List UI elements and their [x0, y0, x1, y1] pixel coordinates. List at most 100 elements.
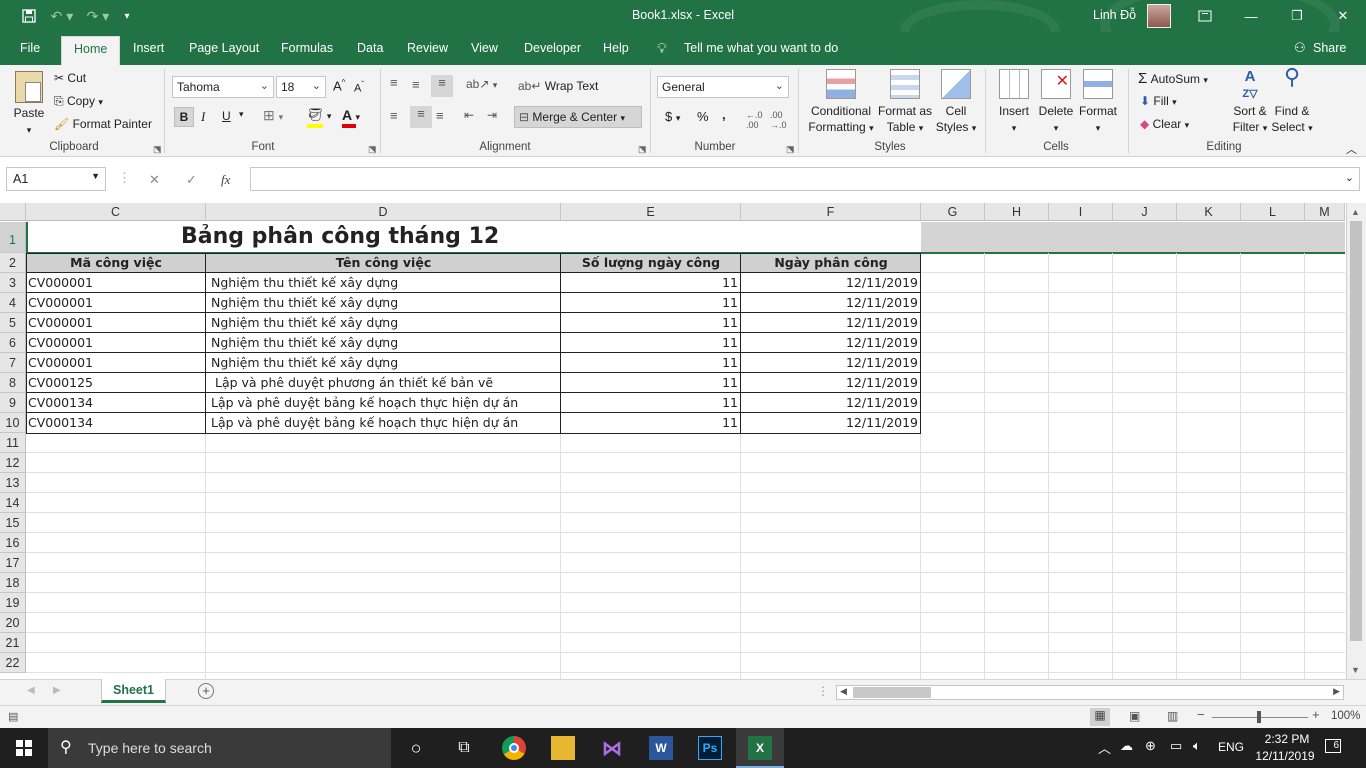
tab-review[interactable]: Review: [407, 41, 448, 55]
prev-sheet-icon[interactable]: ◀: [27, 685, 35, 696]
cell-e7[interactable]: 11: [561, 353, 738, 373]
name-box[interactable]: A1 ▼: [6, 167, 106, 191]
underline-button[interactable]: U: [222, 109, 231, 123]
page-layout-view-icon[interactable]: ▣: [1129, 709, 1140, 723]
col-header-h[interactable]: H: [985, 203, 1049, 221]
task-view-icon[interactable]: ⧉: [452, 736, 476, 760]
row-header-12[interactable]: 12: [0, 453, 26, 473]
clock-date[interactable]: 12/11/2019: [1252, 749, 1318, 763]
fill-color-icon[interactable]: 🪣︎ ▾: [307, 107, 331, 128]
row-header-15[interactable]: 15: [0, 513, 26, 533]
insert-function-icon[interactable]: fx: [221, 172, 230, 188]
italic-button[interactable]: I: [201, 109, 205, 125]
tab-help[interactable]: Help: [603, 41, 629, 55]
battery-icon[interactable]: ▭: [1170, 738, 1182, 754]
decrease-indent-icon[interactable]: ⇤: [464, 108, 474, 122]
merge-center-button[interactable]: ⊟ Merge & Center ▾: [514, 106, 642, 128]
avatar[interactable]: [1147, 4, 1171, 28]
cell-styles-button[interactable]: Cell Styles ▾: [934, 69, 978, 136]
format-painter-button[interactable]: 🖌︎ Format Painter: [54, 117, 152, 131]
cell-e6[interactable]: 11: [561, 333, 738, 353]
tab-insert[interactable]: Insert: [133, 41, 164, 55]
font-launcher-icon[interactable]: ⬔: [368, 144, 377, 155]
cortana-icon[interactable]: ○: [404, 736, 428, 760]
cell-e5[interactable]: 11: [561, 313, 738, 333]
row-header-10[interactable]: 10: [0, 413, 26, 433]
network-icon[interactable]: ⊕: [1145, 738, 1156, 754]
share-button[interactable]: Share: [1313, 41, 1346, 55]
cell-c9[interactable]: CV000134: [28, 393, 204, 413]
cell-d10[interactable]: Lập và phê duyệt bảng kế hoạch thực hiện…: [211, 413, 559, 433]
find-select-button[interactable]: ⚲ Find & Select ▾: [1270, 66, 1314, 136]
excel-taskbar-button[interactable]: X: [736, 728, 784, 768]
formula-input[interactable]: ⌄: [250, 167, 1360, 191]
borders-icon[interactable]: ⊞ ▾: [263, 107, 283, 124]
row-header-16[interactable]: 16: [0, 533, 26, 553]
conditional-formatting-button[interactable]: Conditional Formatting ▾: [806, 69, 876, 136]
zoom-out-icon[interactable]: −: [1197, 707, 1205, 722]
alignment-launcher-icon[interactable]: ⬔: [638, 144, 647, 155]
zoom-in-icon[interactable]: +: [1312, 707, 1320, 722]
row-header-13[interactable]: 13: [0, 473, 26, 493]
cell-f8[interactable]: 12/11/2019: [741, 373, 918, 393]
row-header-7[interactable]: 7: [0, 353, 26, 373]
row-header-19[interactable]: 19: [0, 593, 26, 613]
worksheet-grid[interactable]: C D E F G H I J K L M 1 2 3 4 5 6 7 8 9 …: [0, 203, 1366, 679]
delete-cells-button[interactable]: ✕ Delete ▾: [1035, 69, 1077, 136]
sort-filter-button[interactable]: A Z▽ Sort & Filter ▾: [1228, 69, 1272, 136]
underline-dropdown-icon[interactable]: ▾: [239, 109, 244, 120]
col-header-l[interactable]: L: [1241, 203, 1305, 221]
chevron-up-icon[interactable]: ︿: [1098, 738, 1111, 757]
font-color-icon[interactable]: A ▾: [342, 107, 360, 128]
col-header-m[interactable]: M: [1305, 203, 1345, 221]
fill-button[interactable]: ⬇ Fill ▾: [1140, 94, 1177, 108]
align-left-icon[interactable]: ≡: [390, 108, 398, 123]
clock-time[interactable]: 2:32 PM: [1262, 732, 1312, 746]
font-name-select[interactable]: Tahoma ⌄: [172, 76, 274, 98]
tab-developer[interactable]: Developer: [524, 41, 581, 55]
format-cells-button[interactable]: Format ▾: [1077, 69, 1119, 136]
row-header-4[interactable]: 4: [0, 293, 26, 313]
decrease-font-icon[interactable]: Aˇ: [354, 80, 364, 95]
cell-f5[interactable]: 12/11/2019: [741, 313, 918, 333]
font-size-select[interactable]: 18 ⌄: [276, 76, 326, 98]
collapse-ribbon-icon[interactable]: ︿: [1346, 141, 1357, 157]
cell-c3[interactable]: CV000001: [28, 273, 204, 293]
row-header-22[interactable]: 22: [0, 653, 26, 673]
tab-view[interactable]: View: [471, 41, 498, 55]
cell-d4[interactable]: Nghiệm thu thiết kế xây dựng: [211, 293, 559, 313]
col-header-g[interactable]: G: [921, 203, 985, 221]
percent-button[interactable]: %: [697, 109, 709, 124]
cell-c10[interactable]: CV000134: [28, 413, 204, 433]
col-header-f[interactable]: F: [741, 203, 921, 221]
tab-page-layout[interactable]: Page Layout: [189, 41, 259, 55]
row-header-20[interactable]: 20: [0, 613, 26, 633]
ribbon-display-icon[interactable]: [1182, 0, 1228, 32]
col-header-i[interactable]: I: [1049, 203, 1113, 221]
cell-f7[interactable]: 12/11/2019: [741, 353, 918, 373]
cell-c8[interactable]: CV000125: [28, 373, 204, 393]
row-header-14[interactable]: 14: [0, 493, 26, 513]
sheet-title-cell[interactable]: Bảng phân công tháng 12: [181, 224, 499, 249]
row-header-21[interactable]: 21: [0, 633, 26, 653]
taskbar-search[interactable]: ⚲ Type here to search: [48, 728, 391, 768]
number-launcher-icon[interactable]: ⬔: [786, 144, 795, 155]
row-header-11[interactable]: 11: [0, 433, 26, 453]
autosum-button[interactable]: Σ AutoSum ▾: [1138, 70, 1208, 87]
onedrive-icon[interactable]: ☁: [1120, 738, 1133, 754]
cell-e10[interactable]: 11: [561, 413, 738, 433]
cell-d7[interactable]: Nghiệm thu thiết kế xây dựng: [211, 353, 559, 373]
cell-c7[interactable]: CV000001: [28, 353, 204, 373]
increase-font-icon[interactable]: A^: [333, 78, 345, 93]
row-header-8[interactable]: 8: [0, 373, 26, 393]
visual-studio-icon[interactable]: ⋈: [600, 736, 624, 760]
cell-e4[interactable]: 11: [561, 293, 738, 313]
tab-file[interactable]: File: [20, 41, 40, 55]
number-format-select[interactable]: General ⌄: [657, 76, 789, 98]
copy-button[interactable]: ⎘ Copy ▾: [54, 94, 103, 109]
cell-d9[interactable]: Lập và phê duyệt bảng kế hoạch thực hiện…: [211, 393, 559, 413]
cell-d8[interactable]: Lập và phê duyệt phương án thiết kế bản …: [211, 373, 559, 393]
wrap-text-button[interactable]: ab↵ Wrap Text: [518, 79, 598, 93]
restore-icon[interactable]: ❐: [1274, 0, 1320, 32]
increase-indent-icon[interactable]: ⇥: [487, 108, 497, 122]
